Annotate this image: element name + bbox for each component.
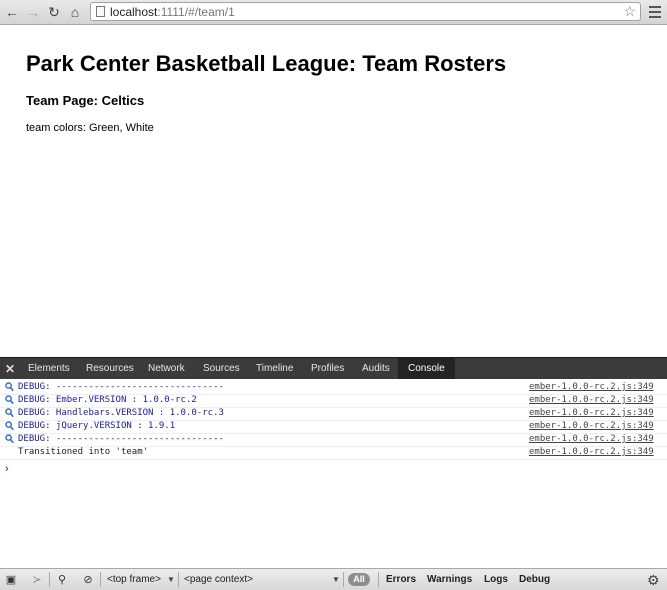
search-icon[interactable]: ⚲ xyxy=(54,572,70,588)
console-source-link[interactable]: ember-1.0.0-rc.2.js:349 xyxy=(529,420,654,433)
console-row: DEBUG: jQuery.VERSION : 1.9.1 ember-1.0.… xyxy=(0,420,667,434)
console-message: DEBUG: Ember.VERSION : 1.0.0-rc.2 xyxy=(18,395,197,405)
console-source-link[interactable]: ember-1.0.0-rc.2.js:349 xyxy=(529,394,654,407)
team-colors-text: team colors: Green, White xyxy=(26,122,154,134)
team-page-heading: Team Page: Celtics xyxy=(26,93,145,108)
url-path: :1111/#/team/1 xyxy=(157,5,235,19)
debug-magnifier-icon xyxy=(5,434,14,444)
back-icon[interactable]: ← xyxy=(4,3,20,21)
console-source-link[interactable]: ember-1.0.0-rc.2.js:349 xyxy=(529,407,654,420)
address-bar[interactable]: localhost:1111/#/team/1 ☆ xyxy=(90,2,641,21)
console-message: Transitioned into 'team' xyxy=(18,447,149,457)
debug-magnifier-icon xyxy=(5,382,14,392)
filter-logs-button[interactable]: Logs xyxy=(484,572,508,587)
frame-select[interactable]: <top frame> xyxy=(107,572,161,587)
clear-console-icon[interactable]: ⊘ xyxy=(80,572,96,588)
console-row: Transitioned into 'team' ember-1.0.0-rc.… xyxy=(0,446,667,460)
page-icon xyxy=(96,6,105,17)
url-text: localhost:1111/#/team/1 xyxy=(110,5,235,19)
debug-magnifier-icon xyxy=(5,408,14,418)
console-source-link[interactable]: ember-1.0.0-rc.2.js:349 xyxy=(529,446,654,459)
console-message: DEBUG: jQuery.VERSION : 1.9.1 xyxy=(18,421,176,431)
console-row: DEBUG: Ember.VERSION : 1.0.0-rc.2 ember-… xyxy=(0,394,667,408)
console-row: DEBUG: ------------------------------- e… xyxy=(0,381,667,395)
tab-console[interactable]: Console xyxy=(398,358,455,379)
menu-icon[interactable] xyxy=(649,6,661,18)
filter-errors-button[interactable]: Errors xyxy=(386,572,416,587)
show-console-icon[interactable]: ≻ xyxy=(29,572,45,588)
console-message: DEBUG: ------------------------------- xyxy=(18,434,224,444)
tab-timeline[interactable]: Timeline xyxy=(256,358,293,379)
console-source-link[interactable]: ember-1.0.0-rc.2.js:349 xyxy=(529,433,654,446)
devtools-status-bar: ▣ ≻ ⚲ ⊘ <top frame> ▼ <page context> ▼ A… xyxy=(0,568,667,590)
page-content: Park Center Basketball League: Team Rost… xyxy=(0,25,667,357)
frame-select-arrow-icon[interactable]: ▼ xyxy=(167,572,175,587)
console-prompt[interactable]: › xyxy=(5,463,9,475)
page-title: Park Center Basketball League: Team Rost… xyxy=(26,51,507,76)
dock-icon[interactable]: ▣ xyxy=(3,572,19,588)
tab-resources[interactable]: Resources xyxy=(86,358,134,379)
devtools-panel: ✕ Elements Resources Network Sources Tim… xyxy=(0,357,667,590)
filter-debug-button[interactable]: Debug xyxy=(519,572,550,587)
tab-network[interactable]: Network xyxy=(148,358,185,379)
tab-audits[interactable]: Audits xyxy=(362,358,390,379)
filter-all-button[interactable]: All xyxy=(348,573,370,586)
forward-icon[interactable]: → xyxy=(25,3,41,21)
url-host: localhost xyxy=(110,5,158,19)
close-icon[interactable]: ✕ xyxy=(5,361,15,377)
debug-magnifier-icon xyxy=(5,395,14,405)
console-row: DEBUG: ------------------------------- e… xyxy=(0,433,667,447)
browser-toolbar: ← → ↻ ⌂ localhost:1111/#/team/1 ☆ xyxy=(0,0,667,25)
home-icon[interactable]: ⌂ xyxy=(67,3,83,21)
tab-sources[interactable]: Sources xyxy=(203,358,240,379)
context-select[interactable]: <page context> xyxy=(184,572,253,587)
reload-icon[interactable]: ↻ xyxy=(46,3,62,21)
devtools-tab-bar: ✕ Elements Resources Network Sources Tim… xyxy=(0,357,667,379)
debug-magnifier-icon xyxy=(5,421,14,431)
console-message: DEBUG: Handlebars.VERSION : 1.0.0-rc.3 xyxy=(18,408,224,418)
context-select-arrow-icon[interactable]: ▼ xyxy=(332,572,340,587)
tab-elements[interactable]: Elements xyxy=(28,358,70,379)
console-message: DEBUG: ------------------------------- xyxy=(18,382,224,392)
bookmark-star-icon[interactable]: ☆ xyxy=(623,3,636,20)
console-source-link[interactable]: ember-1.0.0-rc.2.js:349 xyxy=(529,381,654,394)
tab-profiles[interactable]: Profiles xyxy=(311,358,344,379)
gear-icon[interactable]: ⚙ xyxy=(647,572,660,588)
console-row: DEBUG: Handlebars.VERSION : 1.0.0-rc.3 e… xyxy=(0,407,667,421)
console-output[interactable]: DEBUG: ------------------------------- e… xyxy=(0,379,667,569)
filter-warnings-button[interactable]: Warnings xyxy=(427,572,472,587)
